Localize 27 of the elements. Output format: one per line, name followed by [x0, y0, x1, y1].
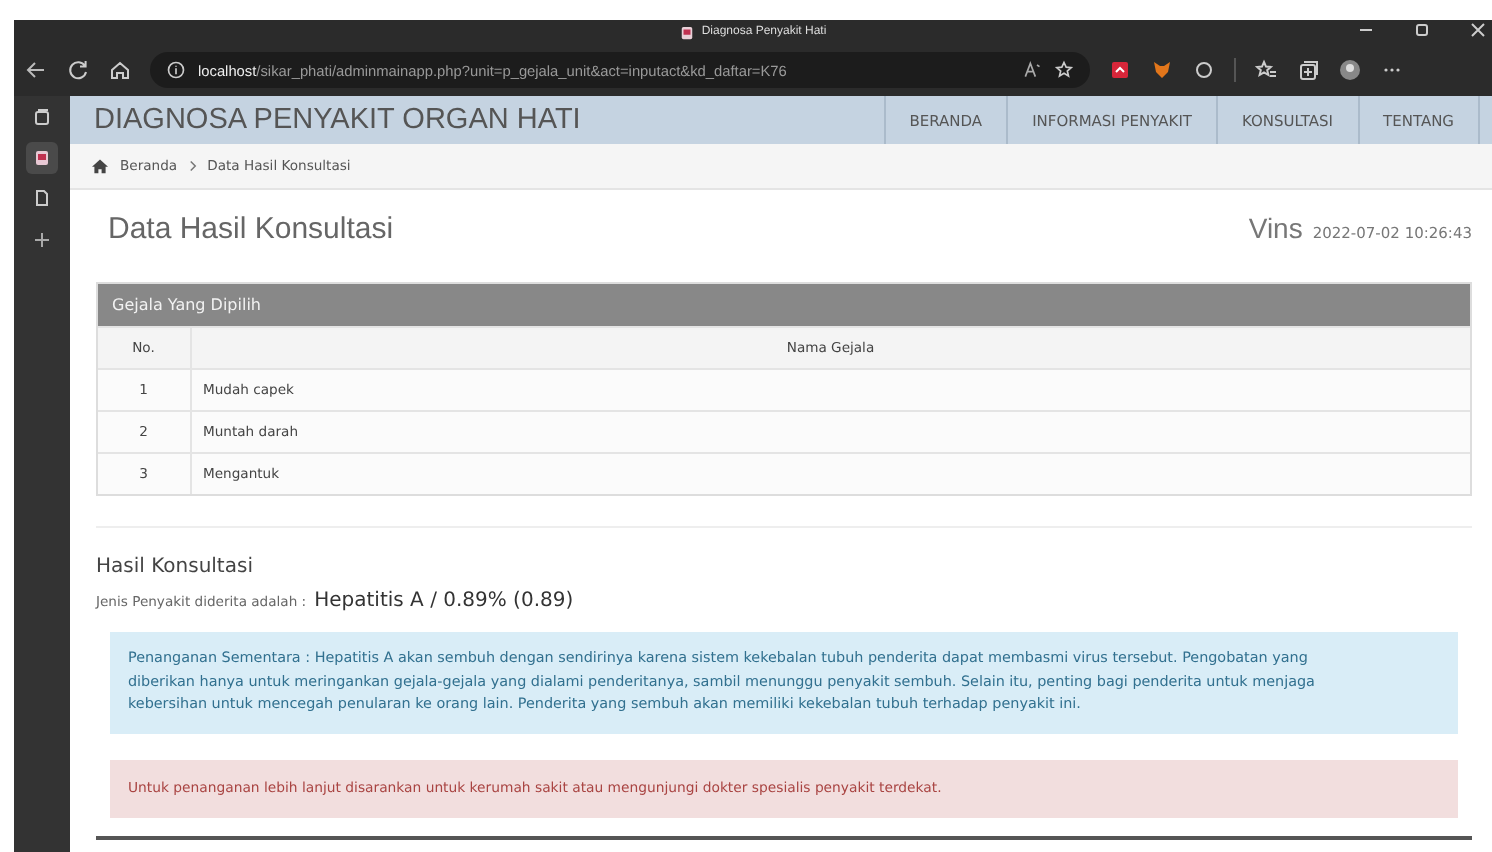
back-icon[interactable]: [24, 58, 48, 82]
favicon-icon: [32, 148, 52, 168]
user-name: Vins: [1248, 212, 1303, 244]
favorite-icon[interactable]: [1054, 60, 1074, 80]
restore-icon[interactable]: [1412, 20, 1432, 40]
diagnosis-result: Hepatitis A / 0.89% (0.89): [314, 590, 574, 612]
section-title: Hasil Konsultasi: [96, 556, 255, 578]
tab[interactable]: [26, 142, 58, 174]
close-icon[interactable]: [1468, 20, 1488, 40]
page-title: Data Hasil Konsultasi: [108, 212, 396, 246]
page-icon: [32, 188, 52, 208]
extension-icon[interactable]: [1108, 58, 1132, 82]
chevron-icon: [187, 160, 198, 172]
tab-actions-icon: [32, 108, 52, 128]
info-icon: [166, 60, 186, 80]
reload-icon[interactable]: [66, 58, 90, 82]
avatar-icon[interactable]: [1338, 58, 1362, 82]
site-title: DIAGNOSA PENYAKIT ORGAN HATI: [94, 104, 583, 136]
favorites-icon[interactable]: [1254, 58, 1278, 82]
home-icon: [90, 158, 110, 174]
home-icon[interactable]: [108, 58, 132, 82]
collections-icon[interactable]: [1296, 58, 1320, 82]
new-tab-icon[interactable]: [32, 230, 52, 250]
fox-icon[interactable]: [1150, 58, 1174, 82]
panel-title: Gejala Yang Dipilih: [98, 284, 1470, 326]
favicon-icon: [679, 25, 694, 39]
read-aloud-icon[interactable]: [1022, 60, 1042, 80]
